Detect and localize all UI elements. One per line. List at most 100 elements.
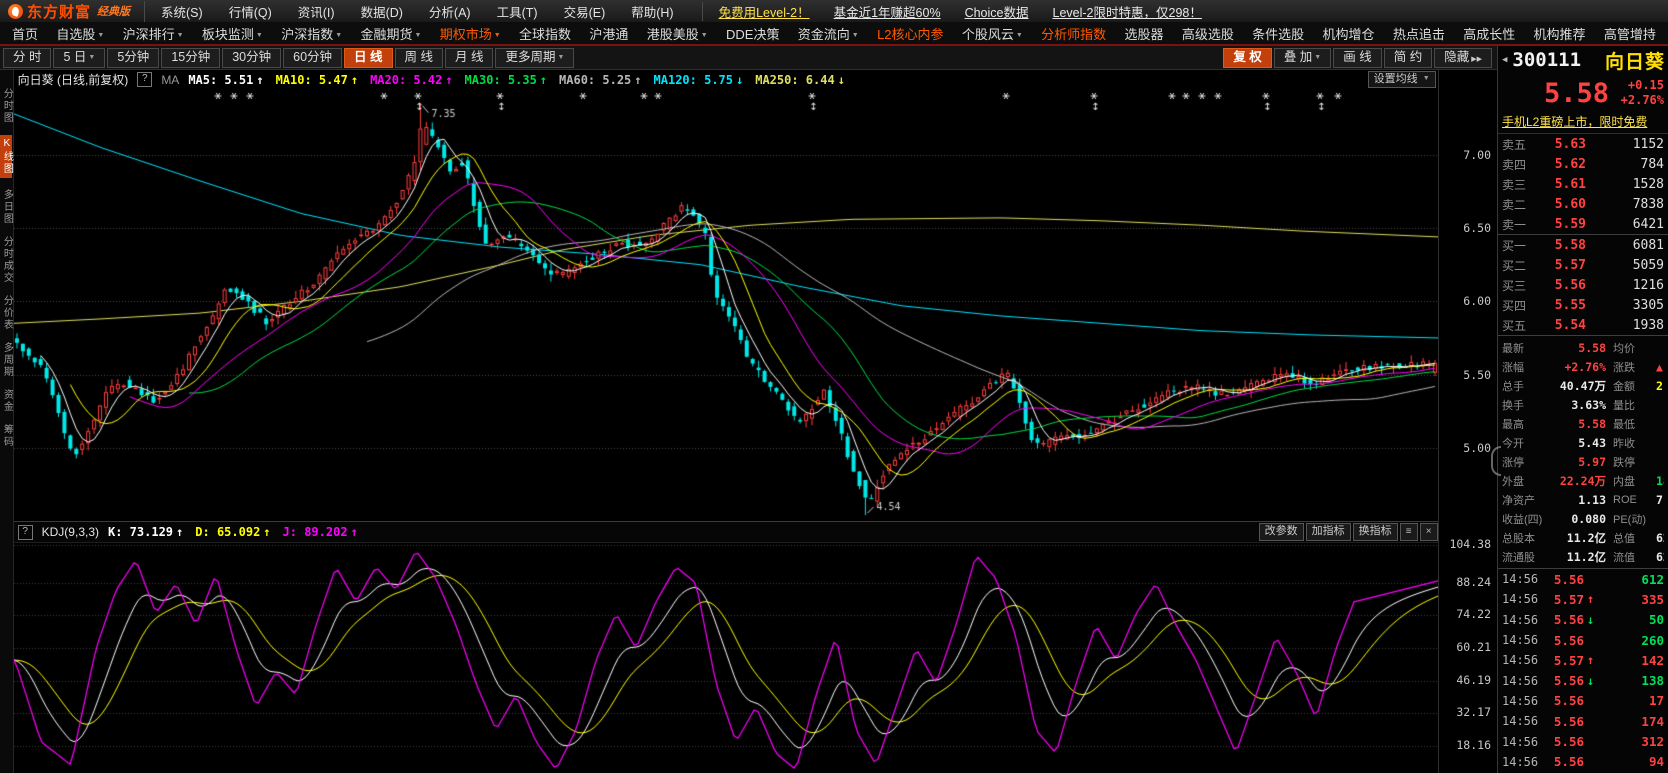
period-buttons: 分 时5 日▼5分钟15分钟30分钟60分钟日 线周 线月 线更多周期▼ xyxy=(3,48,576,68)
nav-item-label: 条件选股 xyxy=(1252,27,1304,42)
period-button[interactable]: 5 日▼ xyxy=(53,48,105,68)
bid-row[interactable]: 买四5.553305 xyxy=(1498,295,1668,315)
bid-volume: 5059 xyxy=(1586,258,1664,273)
ma-value-label: MA5: 5.51 xyxy=(188,73,253,87)
nav-item[interactable]: 机构推荐 xyxy=(1534,24,1586,43)
sidebar-item[interactable]: 筹码 xyxy=(0,424,12,448)
ask-price: 5.63 xyxy=(1538,137,1586,152)
menu-item[interactable]: 工具(T) xyxy=(497,2,538,21)
nav-item[interactable]: 机构增仓 xyxy=(1323,24,1375,43)
sidebar-item[interactable]: 分价表 xyxy=(0,295,12,331)
chart-tool-button[interactable]: 简 约 xyxy=(1384,48,1432,68)
nav-item[interactable]: 港股美股▼ xyxy=(647,24,708,43)
kdj-indicator-chart[interactable] xyxy=(14,543,1438,773)
tick-volume: 94 xyxy=(1597,754,1664,769)
promo-banner-link[interactable]: 手机L2重磅上市，限时免费 xyxy=(1498,112,1668,134)
ask-row[interactable]: 卖五5.631152 xyxy=(1498,134,1668,154)
panel-collapse-handle[interactable] xyxy=(1491,446,1501,476)
chart-title: 向日葵 (日线,前复权) xyxy=(18,71,129,88)
nav-item[interactable]: 金融期货▼ xyxy=(360,24,421,43)
ask-row[interactable]: 卖四5.62784 xyxy=(1498,154,1668,174)
help-icon[interactable]: ? xyxy=(137,72,152,87)
period-button[interactable]: 分 时 xyxy=(3,48,51,68)
tick-volume: 17 xyxy=(1597,693,1664,708)
period-button[interactable]: 15分钟 xyxy=(161,48,220,68)
period-button[interactable]: 5分钟 xyxy=(107,48,159,68)
bid-price: 5.56 xyxy=(1538,278,1586,293)
tick-row: 14:565.56260 xyxy=(1498,630,1668,650)
nav-item[interactable]: 全球指数 xyxy=(519,24,571,43)
nav-item[interactable]: 沪港通 xyxy=(589,24,628,43)
nav-item[interactable]: 自选股▼ xyxy=(56,24,104,43)
nav-item[interactable]: L2核心内参 xyxy=(877,24,943,43)
nav-item[interactable]: 个股风云▼ xyxy=(962,24,1023,43)
collapse-left-icon[interactable]: ◀ xyxy=(1502,55,1507,65)
chart-tool-button[interactable]: 复 权 xyxy=(1223,48,1271,68)
ask-row[interactable]: 卖三5.611528 xyxy=(1498,174,1668,194)
ask-row[interactable]: 卖一5.596421 xyxy=(1498,214,1668,234)
nav-item[interactable]: 分析师指数 xyxy=(1041,24,1106,43)
bid-row[interactable]: 买二5.575059 xyxy=(1498,255,1668,275)
sidebar-item[interactable]: 多日图 xyxy=(0,189,12,225)
ask-row[interactable]: 卖二5.607838 xyxy=(1498,194,1668,214)
main-kline-chart[interactable] xyxy=(14,89,1438,521)
period-button[interactable]: 更多周期▼ xyxy=(495,48,574,68)
bid-row[interactable]: 买五5.541938 xyxy=(1498,315,1668,335)
bid-volume: 3305 xyxy=(1586,298,1664,313)
sidebar-item[interactable]: 分时图 xyxy=(0,88,12,124)
chart-tool-button[interactable]: 隐藏▶▶ xyxy=(1434,48,1492,68)
nav-item-label: 全球指数 xyxy=(519,27,571,42)
close-icon[interactable]: × xyxy=(1420,523,1438,541)
period-button[interactable]: 日 线 xyxy=(344,48,392,68)
nav-item[interactable]: 高成长性 xyxy=(1463,24,1515,43)
bid-row[interactable]: 买三5.561216 xyxy=(1498,275,1668,295)
nav-item[interactable]: 高级选股 xyxy=(1182,24,1234,43)
nav-item[interactable]: 资金流向▼ xyxy=(798,24,859,43)
caret-down-icon: ▼ xyxy=(177,32,184,39)
nav-item[interactable]: 热点追击 xyxy=(1393,24,1445,43)
menu-item[interactable]: 资讯(I) xyxy=(298,2,335,21)
indicator-button[interactable]: 加指标 xyxy=(1306,523,1351,541)
nav-item[interactable]: 沪深指数▼ xyxy=(281,24,342,43)
sidebar-item[interactable]: 分时成交 xyxy=(0,236,12,284)
chart-tool-button[interactable]: 叠 加▼ xyxy=(1274,48,1331,68)
nav-item[interactable]: 沪深排行▼ xyxy=(123,24,184,43)
menu-item[interactable]: 数据(D) xyxy=(361,2,403,21)
grid-icon[interactable]: ≡ xyxy=(1400,523,1418,541)
nav-item[interactable]: 高管增持 xyxy=(1604,24,1656,43)
menu-item[interactable]: 分析(A) xyxy=(429,2,471,21)
menu-item[interactable]: 行情(Q) xyxy=(229,2,272,21)
period-button[interactable]: 60分钟 xyxy=(283,48,342,68)
promo-link[interactable]: Level-2限时特惠，仅298！ xyxy=(1053,2,1202,21)
period-button[interactable]: 月 线 xyxy=(445,48,493,68)
tick-volume: 174 xyxy=(1597,714,1664,729)
promo-link[interactable]: Choice数据 xyxy=(965,2,1029,21)
nav-item[interactable]: DDE决策 xyxy=(726,24,779,43)
promo-links: 免费用Level-2！ 基金近1年赚超60% Choice数据 Level-2限时特惠… xyxy=(702,2,1202,21)
menu-item[interactable]: 帮助(H) xyxy=(631,2,673,21)
ma-settings-button[interactable]: 设置均线 ▼ xyxy=(1368,71,1436,88)
help-icon[interactable]: ? xyxy=(18,525,33,540)
sidebar-item[interactable]: 多周期 xyxy=(0,342,12,378)
ma-value: MA120: 5.75↓ xyxy=(654,73,744,87)
period-button[interactable]: 30分钟 xyxy=(222,48,281,68)
promo-link[interactable]: 免费用Level-2！ xyxy=(719,2,810,21)
nav-item-label: L2核心内参 xyxy=(877,27,943,42)
nav-item[interactable]: 板块监测▼ xyxy=(202,24,263,43)
nav-item[interactable]: 选股器 xyxy=(1124,24,1163,43)
kdj-legend-row: ? KDJ(9,3,3) K: 73.129↑D: 65.092↑J: 89.2… xyxy=(14,521,1438,543)
nav-item[interactable]: 期权市场▼ xyxy=(440,24,501,43)
nav-item[interactable]: 首页 xyxy=(12,24,38,43)
period-button[interactable]: 周 线 xyxy=(395,48,443,68)
indicator-button[interactable]: 换指标 xyxy=(1353,523,1398,541)
menu-item[interactable]: 交易(E) xyxy=(564,2,606,21)
indicator-button[interactable]: 改参数 xyxy=(1259,523,1304,541)
sidebar-item[interactable]: 资金 xyxy=(0,389,12,413)
promo-link[interactable]: 基金近1年赚超60% xyxy=(834,2,941,21)
menu-item[interactable]: 系统(S) xyxy=(161,2,203,21)
ask-price: 5.60 xyxy=(1538,197,1586,212)
bid-row[interactable]: 买一5.586081 xyxy=(1498,235,1668,255)
sidebar-item[interactable]: K线图 xyxy=(0,135,12,178)
nav-item[interactable]: 条件选股 xyxy=(1252,24,1304,43)
chart-tool-button[interactable]: 画 线 xyxy=(1333,48,1381,68)
